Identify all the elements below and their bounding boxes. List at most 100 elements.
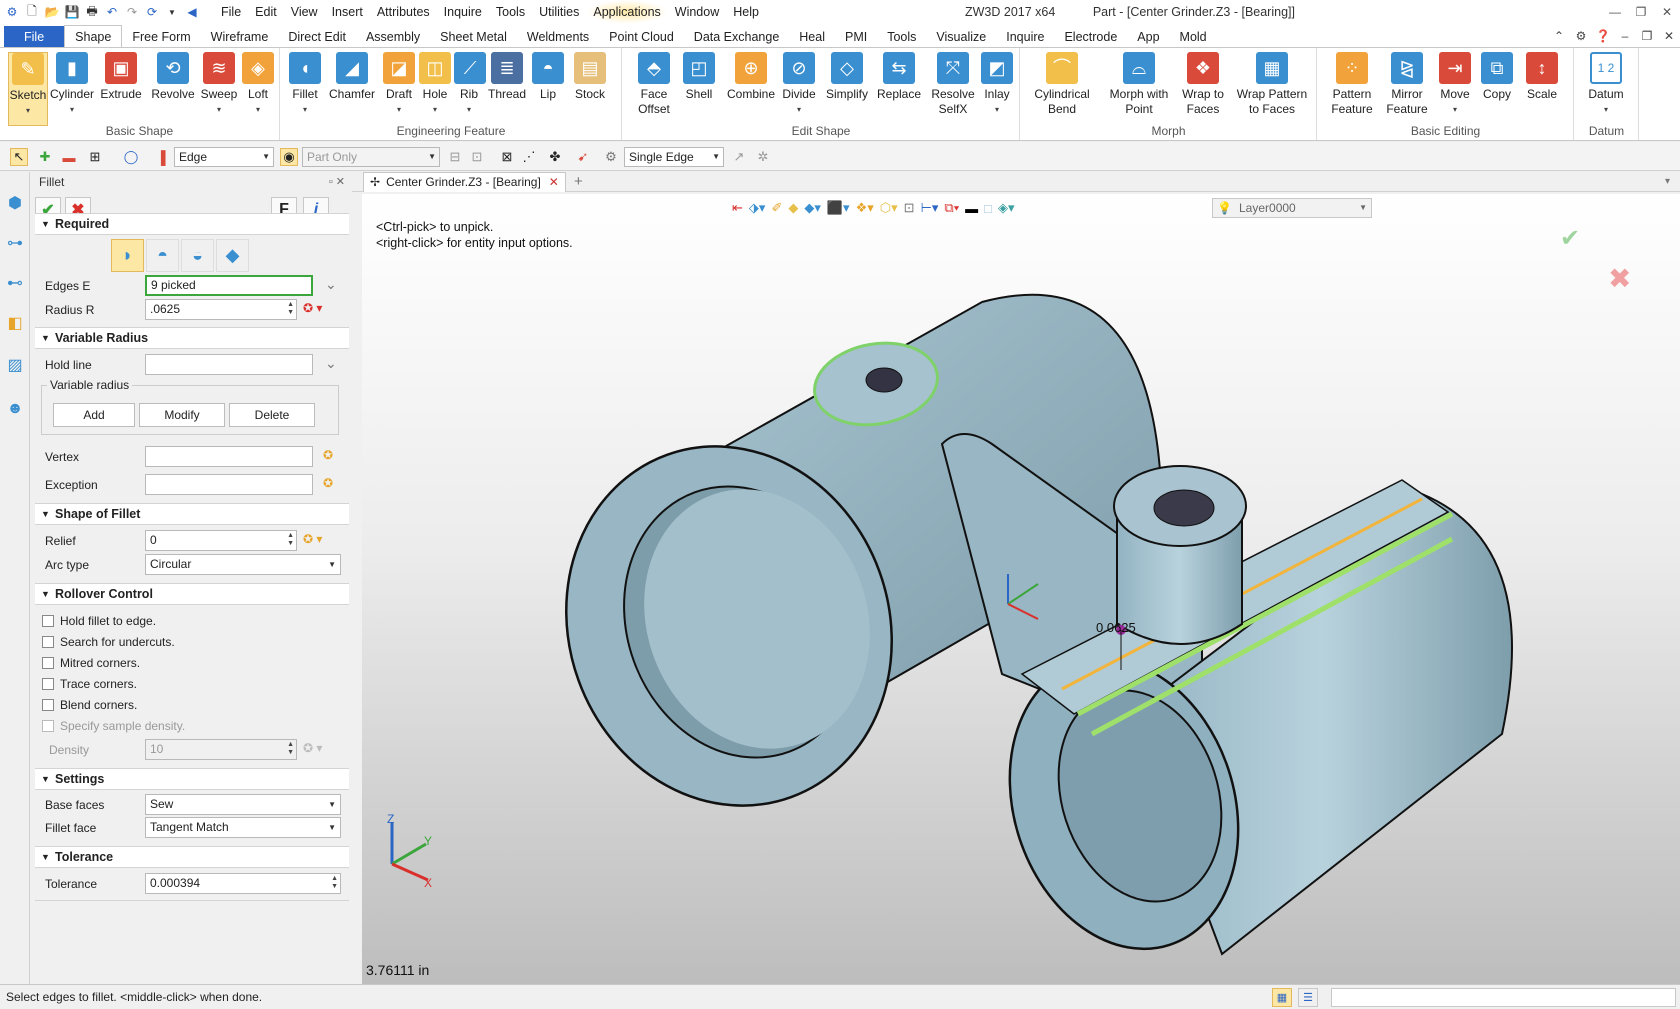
tab-mold[interactable]: Mold	[1170, 26, 1217, 48]
sketch-button[interactable]: ✎ Sketch ▾	[8, 52, 48, 126]
mitred-corners-checkbox[interactable]: Mitred corners.	[42, 656, 140, 670]
tab-free-form[interactable]: Free Form	[122, 26, 200, 48]
graphics-viewport[interactable]: ⇤ ⬗▾ ✐ ◆ ◆▾ ⬛▾ ❖▾ ⬡▾ ⊡ ⊢▾ ⧉▾ ▬ □ ◈▾ 💡 Lay…	[362, 194, 1680, 984]
tab-heal[interactable]: Heal	[789, 26, 835, 48]
inlay-button[interactable]: ◩ Inlay ▾	[979, 52, 1015, 117]
close-icon[interactable]: ✕	[1654, 0, 1680, 24]
density-measure-icon[interactable]: ✪ ▾	[303, 741, 322, 755]
status-list-icon[interactable]: ☰	[1298, 988, 1318, 1007]
user-icon[interactable]: ☻	[4, 398, 26, 420]
pick-exception-icon[interactable]: ✪	[323, 476, 333, 490]
menu-attributes[interactable]: Attributes	[370, 0, 437, 24]
tab-file[interactable]: File	[4, 26, 65, 48]
part-model[interactable]	[362, 194, 1680, 984]
add-icon[interactable]: ✚	[36, 148, 54, 166]
section-variable-radius[interactable]: Variable Radius	[35, 327, 349, 349]
open-icon[interactable]: 📂	[44, 4, 60, 20]
help-icon[interactable]: ❓	[1592, 24, 1614, 48]
radius-field[interactable]: .0625 ▲ ▼	[145, 299, 297, 320]
section-rollover-control[interactable]: Rollover Control	[35, 583, 349, 605]
edges-field[interactable]: 9 picked	[145, 275, 313, 296]
stock-button[interactable]: ▤ Stock	[571, 52, 609, 102]
trace-corners-checkbox[interactable]: Trace corners.	[42, 677, 137, 691]
shell-button[interactable]: ◰ Shell	[679, 52, 719, 102]
chamfer-button[interactable]: ◢ Chamfer	[326, 52, 378, 102]
part-scope-icon[interactable]: ◉	[280, 148, 298, 166]
menu-insert[interactable]: Insert	[325, 0, 370, 24]
fillet-type-1-icon[interactable]: ◗	[111, 239, 144, 272]
spinner-icon[interactable]: ▲ ▼	[331, 875, 338, 891]
doc-tab[interactable]: ✢ Center Grinder.Z3 - [Bearing] ✕	[363, 172, 566, 192]
section-tolerance[interactable]: Tolerance	[35, 846, 349, 868]
thread-button[interactable]: ≣ Thread	[486, 52, 528, 102]
tab-shape[interactable]: Shape	[64, 25, 123, 49]
new-icon[interactable]: 🗋	[24, 4, 40, 20]
tab-weldments[interactable]: Weldments	[517, 26, 599, 48]
hole-button[interactable]: ◫ Hole ▾	[418, 52, 452, 117]
checkbox-box[interactable]	[42, 699, 54, 711]
fillet-type-2-icon[interactable]: ◓	[146, 239, 179, 272]
tab-pmi[interactable]: PMI	[835, 26, 877, 48]
chevron-double-down-icon[interactable]: ⌄	[325, 276, 337, 293]
loft-button[interactable]: ◈ Loft ▾	[240, 52, 276, 117]
panel-close-icon[interactable]: ▫ ✕	[329, 172, 345, 192]
menu-tools[interactable]: Tools	[489, 0, 532, 24]
remove-icon[interactable]: ▬	[60, 148, 78, 166]
revolve-button[interactable]: ⟲ Revolve	[150, 52, 196, 102]
measure-icon[interactable]: ✪ ▾	[303, 301, 322, 315]
delete-button[interactable]: Delete	[229, 403, 315, 427]
section-settings[interactable]: Settings	[35, 768, 349, 790]
cylindrical-bend-button[interactable]: ⌒ Cylindrical Bend	[1031, 52, 1093, 117]
lasso-icon[interactable]: ◯	[122, 148, 140, 166]
checkbox-box[interactable]	[42, 720, 54, 732]
base-faces-select[interactable]: Sew ▼	[145, 794, 341, 815]
combine-button[interactable]: ⊕ Combine	[725, 52, 777, 102]
checkbox-box[interactable]	[42, 678, 54, 690]
doc-tab-close-icon[interactable]: ✕	[549, 175, 559, 189]
minimize-icon[interactable]: —	[1602, 0, 1628, 24]
image-icon[interactable]: ▨	[4, 354, 26, 376]
face-offset-button[interactable]: ⬘ Face Offset	[633, 52, 675, 117]
replace-button[interactable]: ⇆ Replace	[875, 52, 923, 102]
back-icon[interactable]: ◀	[184, 4, 200, 20]
undo-icon[interactable]: ↶	[104, 4, 120, 20]
select-point-icon[interactable]: ⋰	[520, 148, 538, 166]
scope-combo[interactable]: Part Only ▼	[302, 147, 440, 167]
menu-utilities[interactable]: Utilities	[532, 0, 586, 24]
settings-icon[interactable]: ⚙	[1570, 24, 1592, 48]
snap-icon[interactable]: ⊟	[446, 148, 464, 166]
app-logo-icon[interactable]: ⚙	[4, 4, 20, 20]
sweep-button[interactable]: ≋ Sweep ▾	[198, 52, 240, 117]
relief-field[interactable]: 0 ▲ ▼	[145, 530, 297, 551]
tab-assembly[interactable]: Assembly	[356, 26, 430, 48]
command-input[interactable]	[1331, 988, 1676, 1007]
tab-inquire[interactable]: Inquire	[996, 26, 1054, 48]
scale-button[interactable]: ↕ Scale	[1522, 52, 1562, 102]
menu-applications[interactable]: Applications	[586, 0, 668, 24]
collapse-ribbon-icon[interactable]: ⌃	[1548, 24, 1570, 48]
filter-icon[interactable]: ▐	[152, 148, 170, 166]
draft-button[interactable]: ◪ Draft ▾	[381, 52, 417, 117]
tab-visualize[interactable]: Visualize	[926, 26, 996, 48]
pick-mode-combo[interactable]: Single Edge ▼	[624, 147, 724, 167]
spinner-icon[interactable]: ▲ ▼	[287, 301, 294, 317]
tab-wireframe[interactable]: Wireframe	[201, 26, 279, 48]
hold-line-field[interactable]	[145, 354, 313, 375]
regen-icon[interactable]: ⟳	[144, 4, 160, 20]
section-shape-of-fillet[interactable]: Shape of Fillet	[35, 503, 349, 525]
relief-measure-icon[interactable]: ✪ ▾	[303, 532, 322, 546]
customize-icon[interactable]: ▼	[164, 4, 180, 20]
tab-data-exchange[interactable]: Data Exchange	[684, 26, 789, 48]
vertex-field[interactable]	[145, 446, 313, 467]
lip-button[interactable]: ◓ Lip	[531, 52, 565, 102]
dimension-label[interactable]: 0.0625	[1096, 620, 1136, 635]
tab-point-cloud[interactable]: Point Cloud	[599, 26, 684, 48]
checkbox-box[interactable]	[42, 657, 54, 669]
fillet-face-select[interactable]: Tangent Match ▼	[145, 817, 341, 838]
fillet-button[interactable]: ◖ Fillet ▾	[286, 52, 324, 117]
copy-button[interactable]: ⧉ Copy	[1478, 52, 1516, 102]
pattern-feature-button[interactable]: ⁘ Pattern Feature	[1326, 52, 1378, 117]
density-field[interactable]: 10 ▲ ▼	[145, 739, 297, 760]
exception-field[interactable]	[145, 474, 313, 495]
arc-type-select[interactable]: Circular ▼	[145, 554, 341, 575]
